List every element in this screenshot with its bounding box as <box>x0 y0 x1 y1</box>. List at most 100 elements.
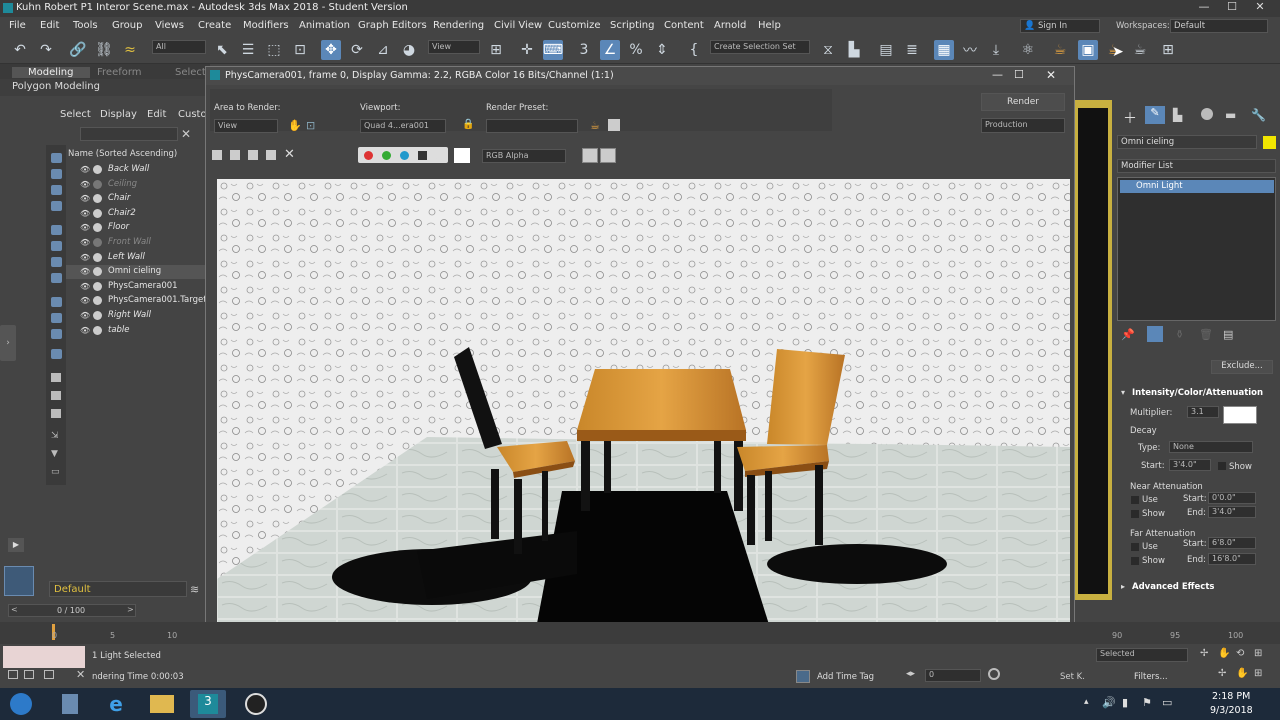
percent-snap-icon[interactable]: % <box>626 40 646 60</box>
pin-stack-icon[interactable]: 📌 <box>1121 328 1135 341</box>
channel-display-dropdown[interactable]: RGB Alpha <box>482 149 566 163</box>
explorer-row[interactable]: 👁 Omni cieling <box>66 265 206 280</box>
fb-maximize-button[interactable]: ☐ <box>1014 68 1024 81</box>
isolate-icon[interactable] <box>8 670 18 679</box>
taskbar-file-explorer-icon[interactable] <box>52 690 88 718</box>
filter-spacewarps-icon[interactable] <box>51 241 62 251</box>
toggle-ui-icon[interactable] <box>600 148 616 163</box>
find-icon[interactable]: ▭ <box>51 467 60 477</box>
display-children-icon[interactable] <box>51 373 61 382</box>
menu-group[interactable]: Group <box>112 20 142 31</box>
menu-help[interactable]: Help <box>758 20 781 31</box>
place-icon[interactable]: ◕ <box>399 40 419 60</box>
explorer-row[interactable]: 👁 table <box>66 324 206 338</box>
light-color-swatch[interactable] <box>1223 406 1257 424</box>
maximize-viewport-icon[interactable]: ⊞ <box>1254 648 1262 659</box>
prompt-close-icon[interactable]: ✕ <box>76 668 85 681</box>
visibility-eye-icon[interactable]: 👁 <box>80 311 90 320</box>
copy-image-icon[interactable] <box>230 150 240 160</box>
remove-modifier-icon[interactable]: 🗑 <box>1199 328 1213 341</box>
lock-icon[interactable]: 🔒 <box>462 119 474 130</box>
timeline[interactable]: 0 5 10 90 95 100 <box>0 622 1280 644</box>
visibility-eye-icon[interactable]: 👁 <box>80 267 90 276</box>
clear-search-icon[interactable]: ✕ <box>181 127 191 141</box>
show-end-result-icon[interactable] <box>1147 326 1163 342</box>
viewport-dropdown[interactable]: Quad 4...era001 <box>360 119 446 133</box>
fb-minimize-button[interactable]: — <box>992 68 1003 81</box>
decay-type-dropdown[interactable]: None <box>1169 441 1253 453</box>
filter-groups-icon[interactable] <box>51 257 62 267</box>
visibility-eye-icon[interactable]: 👁 <box>80 253 90 262</box>
visibility-eye-icon[interactable]: 👁 <box>80 238 90 247</box>
selection-lock-icon[interactable] <box>24 670 34 679</box>
tray-network-icon[interactable]: ▮ <box>1122 696 1128 709</box>
visibility-eye-icon[interactable]: 👁 <box>80 180 90 189</box>
production-dropdown[interactable]: Production <box>981 118 1065 133</box>
explorer-menu-edit[interactable]: Edit <box>147 109 166 120</box>
taskbar-obs-icon[interactable] <box>238 690 274 718</box>
display-tab-icon[interactable]: ▬ <box>1225 108 1236 122</box>
link-icon[interactable]: 🔗 <box>68 40 88 60</box>
time-slider-next-icon[interactable]: > <box>127 605 134 614</box>
time-slider-prev-icon[interactable]: < <box>11 605 18 614</box>
filter-helpers-icon[interactable] <box>51 225 62 235</box>
time-config-icon[interactable] <box>988 668 1000 680</box>
explorer-column-header[interactable]: Name (Sorted Ascending) <box>68 149 177 159</box>
rect-selection-icon[interactable]: ⬚ <box>264 40 284 60</box>
render-button[interactable]: Render <box>981 93 1065 111</box>
key-filter-dropdown[interactable]: Selected <box>1096 648 1188 662</box>
tab-modeling[interactable]: Modeling <box>12 67 90 78</box>
zoom-icon[interactable]: ✢ <box>1200 648 1208 659</box>
edit-named-sets-icon[interactable]: { <box>684 40 704 60</box>
menu-edit[interactable]: Edit <box>40 20 59 31</box>
filter-funnel-icon[interactable]: ▼ <box>51 449 58 459</box>
walk-through-icon[interactable]: ✢ <box>1218 668 1226 679</box>
explorer-row[interactable]: 👁 PhysCamera001.Target <box>66 294 207 308</box>
multiplier-spinner[interactable]: 3.1 <box>1187 406 1219 418</box>
filters-button[interactable]: Filters... <box>1134 672 1168 682</box>
schematic-view-icon[interactable]: ⤓ <box>986 40 1006 60</box>
window-crossing-icon[interactable]: ⊡ <box>290 40 310 60</box>
explorer-menu-display[interactable]: Display <box>100 109 137 120</box>
far-show-checkbox[interactable] <box>1131 557 1139 565</box>
exclude-button[interactable]: Exclude... <box>1211 360 1273 374</box>
make-unique-icon[interactable]: ⚱ <box>1175 328 1184 341</box>
goto-start-icon[interactable]: ◂▸ <box>906 669 915 679</box>
select-by-name-icon[interactable]: ☰ <box>238 40 258 60</box>
filter-xrefs-icon[interactable] <box>51 273 62 283</box>
maximize-button[interactable]: ☐ <box>1218 0 1246 17</box>
pivot-icon[interactable]: ⊞ <box>486 40 506 60</box>
render-preset-dropdown[interactable] <box>486 119 578 133</box>
explorer-row[interactable]: 👁 Ceiling <box>66 178 206 192</box>
pan-icon[interactable]: ✋ <box>1218 648 1230 659</box>
visibility-eye-icon[interactable]: 👁 <box>80 165 90 174</box>
explorer-row[interactable]: 👁 Left Wall <box>66 251 206 265</box>
monochrome-toggle[interactable] <box>435 151 444 160</box>
near-start-spinner[interactable]: 0'0.0" <box>1208 492 1256 504</box>
named-selection-dropdown[interactable]: Create Selection Set <box>710 40 810 54</box>
menu-create[interactable]: Create <box>198 20 231 31</box>
bind-space-warp-icon[interactable]: ≈ <box>120 40 140 60</box>
clone-window-icon[interactable] <box>248 150 258 160</box>
tray-display-icon[interactable]: ▭ <box>1162 696 1172 709</box>
rotate-icon[interactable]: ⟳ <box>347 40 367 60</box>
visibility-eye-icon[interactable]: 👁 <box>80 194 90 203</box>
advanced-effects-title[interactable]: Advanced Effects <box>1132 582 1214 592</box>
object-name-field[interactable]: Omni cieling <box>1117 135 1257 149</box>
advanced-expand-icon[interactable]: ▸ <box>1121 582 1125 591</box>
menu-graph-editors[interactable]: Graph Editors <box>358 20 427 31</box>
explorer-row[interactable]: 👁 Back Wall <box>66 163 206 177</box>
visibility-eye-icon[interactable]: 👁 <box>80 296 90 305</box>
area-to-render-dropdown[interactable]: View <box>214 119 278 133</box>
red-channel-toggle[interactable] <box>364 151 373 160</box>
material-editor-icon[interactable]: ⚛ <box>1018 40 1038 60</box>
explorer-row[interactable]: 👁 Chair2 <box>66 207 206 221</box>
scale-icon[interactable]: ⊿ <box>373 40 393 60</box>
menu-animation[interactable]: Animation <box>299 20 350 31</box>
layers-stack-icon[interactable]: ≋ <box>190 583 199 596</box>
tray-volume-icon[interactable]: 🔊 <box>1102 696 1116 709</box>
field-of-view-icon[interactable]: ✋ <box>1236 668 1248 679</box>
stack-item[interactable]: Omni Light <box>1120 180 1274 193</box>
undo-icon[interactable]: ↶ <box>10 40 30 60</box>
select-object-icon[interactable]: ⬉ <box>212 40 232 60</box>
